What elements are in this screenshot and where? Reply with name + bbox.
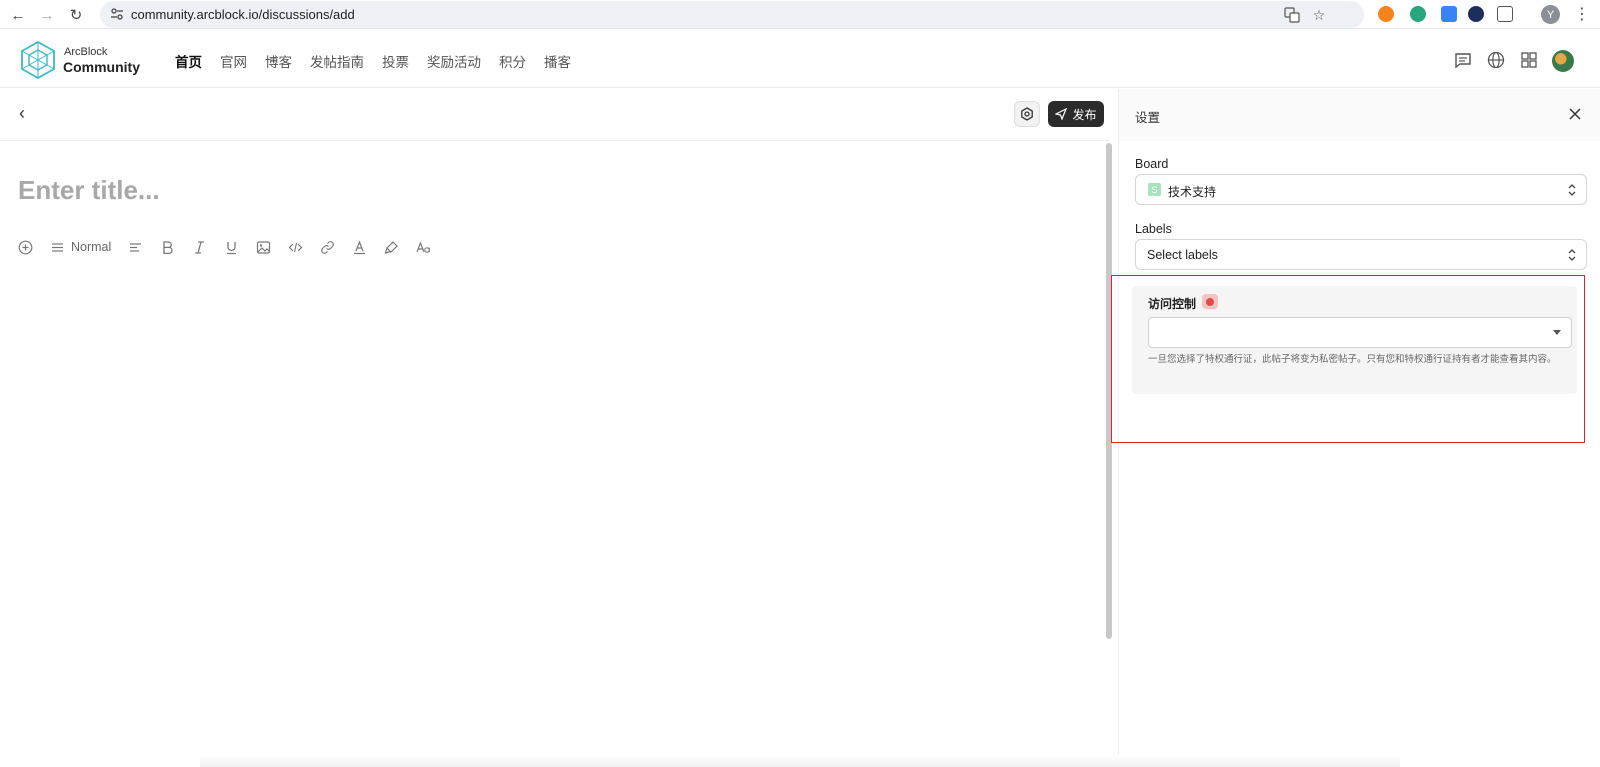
site-info-icon[interactable] (110, 7, 124, 21)
lines-icon (52, 242, 63, 252)
bottom-shadow (200, 755, 1400, 767)
address-bar[interactable]: community.arcblock.io/discussions/add ☆ (100, 1, 1364, 28)
bookmark-star-icon[interactable]: ☆ (1310, 6, 1328, 24)
settings-panel-body: Board S 技术支持 Labels Select labels (1119, 141, 1600, 767)
metamask-extension-icon[interactable] (1378, 6, 1394, 22)
brand-top-text: ArcBlock (64, 46, 108, 58)
board-select[interactable]: S 技术支持 (1135, 174, 1587, 205)
forward-icon[interactable]: → (36, 4, 58, 26)
send-icon (1055, 108, 1068, 120)
paragraph-style-dropdown[interactable]: Normal (50, 237, 111, 257)
board-badge: S (1148, 183, 1161, 196)
settings-gear-button[interactable] (1014, 101, 1040, 127)
nav-item-vote[interactable]: 投票 (382, 51, 409, 71)
nav-item-rewards[interactable]: 奖励活动 (427, 51, 481, 71)
settings-title: 设置 (1135, 110, 1161, 125)
nav-item-points[interactable]: 积分 (499, 51, 526, 71)
align-left-icon[interactable] (128, 237, 143, 257)
brand-bottom-text: Community (63, 59, 140, 75)
code-icon[interactable] (288, 237, 303, 257)
publish-label: 发布 (1072, 107, 1097, 122)
editor-toolbar: Normal (18, 237, 448, 257)
bold-icon[interactable] (160, 237, 175, 257)
labels-select[interactable]: Select labels (1135, 239, 1587, 270)
nav-item-home[interactable]: 首页 (175, 51, 202, 71)
publish-button[interactable]: 发布 (1048, 101, 1104, 127)
labels-label: Labels (1135, 222, 1172, 236)
updown-chevron-icon (1568, 249, 1576, 261)
insert-plus-icon[interactable] (18, 237, 33, 257)
profile-avatar[interactable]: Y (1541, 5, 1560, 24)
extensions-puzzle-icon[interactable] (1497, 6, 1513, 22)
title-input[interactable] (18, 175, 1078, 206)
paragraph-style-label: Normal (71, 240, 112, 254)
extension-icon[interactable] (1441, 6, 1457, 22)
globe-icon[interactable] (1485, 49, 1507, 71)
text-color-icon[interactable] (352, 237, 367, 257)
nav-item-posting-guide[interactable]: 发帖指南 (310, 51, 364, 71)
image-icon[interactable] (256, 237, 271, 257)
back-chevron-icon[interactable]: ‹ (12, 103, 32, 123)
underline-icon[interactable] (224, 237, 239, 257)
check-extension-icon[interactable] (1468, 6, 1484, 22)
nav-item-podcast[interactable]: 播客 (544, 51, 571, 71)
italic-icon[interactable] (192, 237, 207, 257)
back-icon[interactable]: ← (7, 4, 29, 26)
nav-item-blog[interactable]: 博客 (265, 51, 292, 71)
access-pass-select[interactable] (1148, 317, 1572, 348)
settings-panel-header: 设置 (1119, 89, 1600, 141)
apps-grid-icon[interactable] (1518, 49, 1540, 71)
editor-area: ‹ 发布 Normal (0, 89, 1112, 767)
close-icon[interactable] (1564, 103, 1586, 125)
board-label: Board (1135, 157, 1169, 171)
arcblock-logo-icon[interactable] (20, 40, 56, 80)
browser-menu-icon[interactable]: ⋮ (1574, 4, 1590, 24)
labels-placeholder: Select labels (1147, 248, 1218, 262)
access-control-card: 访问控制 一旦您选择了特权通行证，此帖子将变为私密帖子。只有您和特权通行证持有者… (1132, 286, 1577, 394)
nav-item-official-site[interactable]: 官网 (220, 51, 247, 71)
gear-icon (1021, 107, 1033, 121)
site-header: ArcBlock Community 首页 官网 博客 发帖指南 投票 奖励活动… (0, 30, 1600, 88)
extension-icon[interactable] (1410, 6, 1426, 22)
updown-chevron-icon (1568, 184, 1576, 196)
user-avatar[interactable] (1552, 50, 1574, 72)
font-size-icon[interactable] (416, 237, 431, 257)
chat-icon[interactable] (1452, 49, 1474, 71)
browser-toolbar: ← → ↻ community.arcblock.io/discussions/… (0, 0, 1600, 29)
link-icon[interactable] (320, 237, 335, 257)
access-control-title: 访问控制 (1148, 297, 1197, 311)
settings-panel: 设置 Board S 技术支持 Labels Select labels (1118, 89, 1600, 767)
editor-topbar: ‹ 发布 (0, 89, 1110, 141)
access-help-text: 一旦您选择了特权通行证，此帖子将变为私密帖子。只有您和特权通行证持有者才能查看其… (1148, 354, 1557, 365)
reload-icon[interactable]: ↻ (65, 4, 87, 26)
caret-down-icon (1553, 330, 1561, 335)
url-text: community.arcblock.io/discussions/add (131, 7, 355, 22)
highlight-brush-icon[interactable] (384, 237, 399, 257)
editor-scrollbar[interactable] (1106, 143, 1112, 639)
translate-icon[interactable] (1283, 6, 1301, 24)
board-value: 技术支持 (1168, 185, 1217, 199)
lock-badge-icon (1202, 294, 1218, 309)
main-nav: 首页 官网 博客 发帖指南 投票 奖励活动 积分 播客 (175, 51, 589, 71)
